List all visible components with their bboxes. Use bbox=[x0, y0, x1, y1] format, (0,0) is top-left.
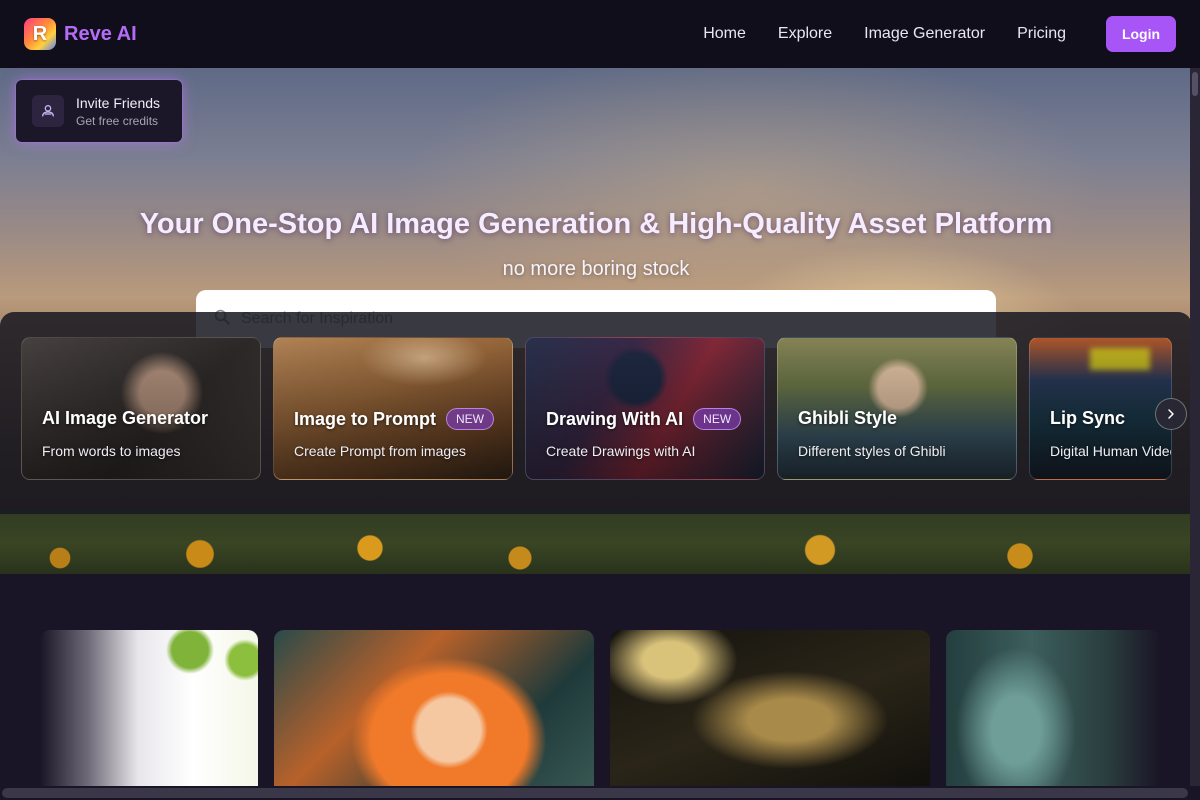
feature-card-title: Lip Sync bbox=[1050, 408, 1125, 429]
feature-card-title-text: AI Image Generator bbox=[42, 408, 209, 428]
new-badge: NEW bbox=[446, 408, 495, 430]
feature-card-title: Drawing With AI NEW bbox=[546, 408, 742, 430]
image-gallery bbox=[0, 574, 1190, 786]
nav-home[interactable]: Home bbox=[703, 25, 746, 43]
gallery-image[interactable] bbox=[610, 630, 930, 786]
invite-text: Invite Friends Get free credits bbox=[76, 95, 160, 128]
chevron-right-icon bbox=[1168, 409, 1174, 419]
feature-card-subtitle: Create Prompt from images bbox=[294, 443, 466, 459]
invite-title: Invite Friends bbox=[76, 94, 161, 111]
feature-card-subtitle: From words to images bbox=[42, 443, 181, 459]
gallery-image[interactable] bbox=[946, 630, 1160, 786]
feature-card-title: AI Image Generator bbox=[42, 408, 208, 429]
feature-card-title-text: Lip Sync bbox=[1050, 408, 1126, 428]
feature-card-title: Ghibli Style bbox=[798, 408, 897, 429]
hero-background-sunflowers bbox=[0, 508, 1190, 578]
horizontal-scrollbar-thumb[interactable] bbox=[2, 788, 1188, 798]
feature-card-ai-image-generator[interactable]: AI Image Generator From words to images bbox=[21, 337, 261, 480]
feature-card-subtitle: Digital Human Video bbox=[1050, 443, 1172, 459]
new-badge: NEW bbox=[693, 408, 742, 430]
feature-card-subtitle: Create Drawings with AI bbox=[546, 443, 696, 459]
vertical-scrollbar-thumb[interactable] bbox=[1192, 72, 1198, 96]
brand-name[interactable]: Reve AI bbox=[64, 23, 137, 46]
hero-title: Your One-Stop AI Image Generation & High… bbox=[139, 208, 1053, 240]
feature-card-ghibli-style[interactable]: Ghibli Style Different styles of Ghibli bbox=[777, 337, 1017, 480]
feature-card-subtitle: Different styles of Ghibli bbox=[798, 443, 946, 459]
feature-card-title-text: Image to Prompt bbox=[294, 408, 437, 429]
top-navbar: R Reve AI Home Explore Image Generator P… bbox=[0, 0, 1200, 68]
nav-explore[interactable]: Explore bbox=[778, 25, 832, 43]
vertical-scrollbar[interactable] bbox=[1190, 68, 1200, 786]
feature-card-image-to-prompt[interactable]: Image to Prompt NEW Create Prompt from i… bbox=[273, 337, 513, 480]
nav-pricing[interactable]: Pricing bbox=[1017, 25, 1066, 43]
feature-card-drawing-with-ai[interactable]: Drawing With AI NEW Create Drawings with… bbox=[525, 337, 765, 480]
login-button[interactable]: Login bbox=[1106, 16, 1176, 52]
nav-image-generator[interactable]: Image Generator bbox=[864, 25, 985, 43]
invite-friends-card[interactable]: Invite Friends Get free credits bbox=[16, 80, 182, 142]
gallery-image[interactable] bbox=[40, 630, 258, 786]
users-icon bbox=[32, 95, 64, 127]
horizontal-scrollbar[interactable] bbox=[0, 786, 1200, 800]
gallery-image[interactable] bbox=[274, 630, 594, 786]
invite-subtitle: Get free credits bbox=[76, 113, 159, 128]
feature-card-lip-sync[interactable]: Lip Sync Digital Human Video bbox=[1029, 337, 1172, 480]
hero-subtitle: no more boring stock bbox=[502, 258, 690, 280]
feature-card-title-text: Drawing With AI bbox=[546, 408, 684, 429]
feature-card-title-text: Ghibli Style bbox=[798, 408, 898, 428]
feature-card-title: Image to Prompt NEW bbox=[294, 408, 495, 430]
main-nav: Home Explore Image Generator Pricing Log… bbox=[703, 16, 1176, 52]
carousel-next-button[interactable] bbox=[1155, 398, 1187, 430]
feature-carousel: AI Image Generator From words to images … bbox=[0, 312, 1192, 514]
logo-icon[interactable]: R bbox=[24, 18, 56, 50]
